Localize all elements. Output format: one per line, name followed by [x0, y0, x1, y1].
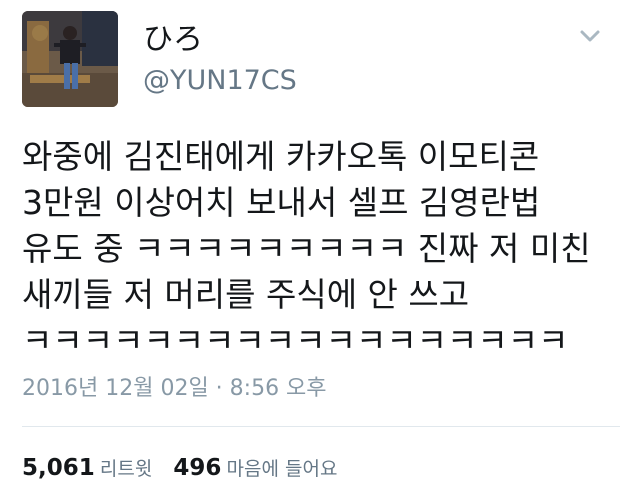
retweets-stat[interactable]: 5,061 리트윗 [22, 455, 157, 481]
retweets-count: 5,061 [22, 455, 95, 481]
avatar-photo [22, 11, 118, 107]
chevron-down-icon[interactable] [574, 22, 606, 50]
tweet-line: 3만원 이상어치 보내서 셀프 김영란법 [22, 183, 541, 222]
tweet-line: ㅋㅋㅋㅋㅋㅋㅋㅋㅋㅋㅋㅋㅋㅋㅋㅋㅋㅋ [22, 321, 569, 360]
tweet-timestamp[interactable]: 2016년 12월 02일 · 8:56 오후 [22, 374, 327, 404]
user-handle[interactable]: @YUN17CS [143, 65, 297, 97]
retweets-label: 리트윗 [99, 458, 153, 480]
tweet-stats: 5,061 리트윗 496 마음에 들어요 [22, 454, 337, 481]
tweet-line: 와중에 김진태에게 카카오톡 이모티콘 [22, 137, 540, 176]
tweet-line: 유도 중 ㅋㅋㅋㅋㅋㅋㅋㅋㅋ 진짜 저 미친 [22, 229, 591, 268]
likes-label: 마음에 들어요 [226, 458, 338, 480]
display-name[interactable]: ひろ [143, 22, 203, 58]
tweet-line: 새끼들 저 머리를 주식에 안 쓰고 [22, 275, 470, 314]
tweet-text: 와중에 김진태에게 카카오톡 이모티콘 3만원 이상어치 보내서 셀프 김영란법… [22, 134, 622, 364]
likes-count: 496 [173, 455, 222, 481]
divider [22, 426, 620, 427]
avatar[interactable] [22, 11, 118, 107]
likes-stat[interactable]: 496 마음에 들어요 [173, 455, 338, 481]
